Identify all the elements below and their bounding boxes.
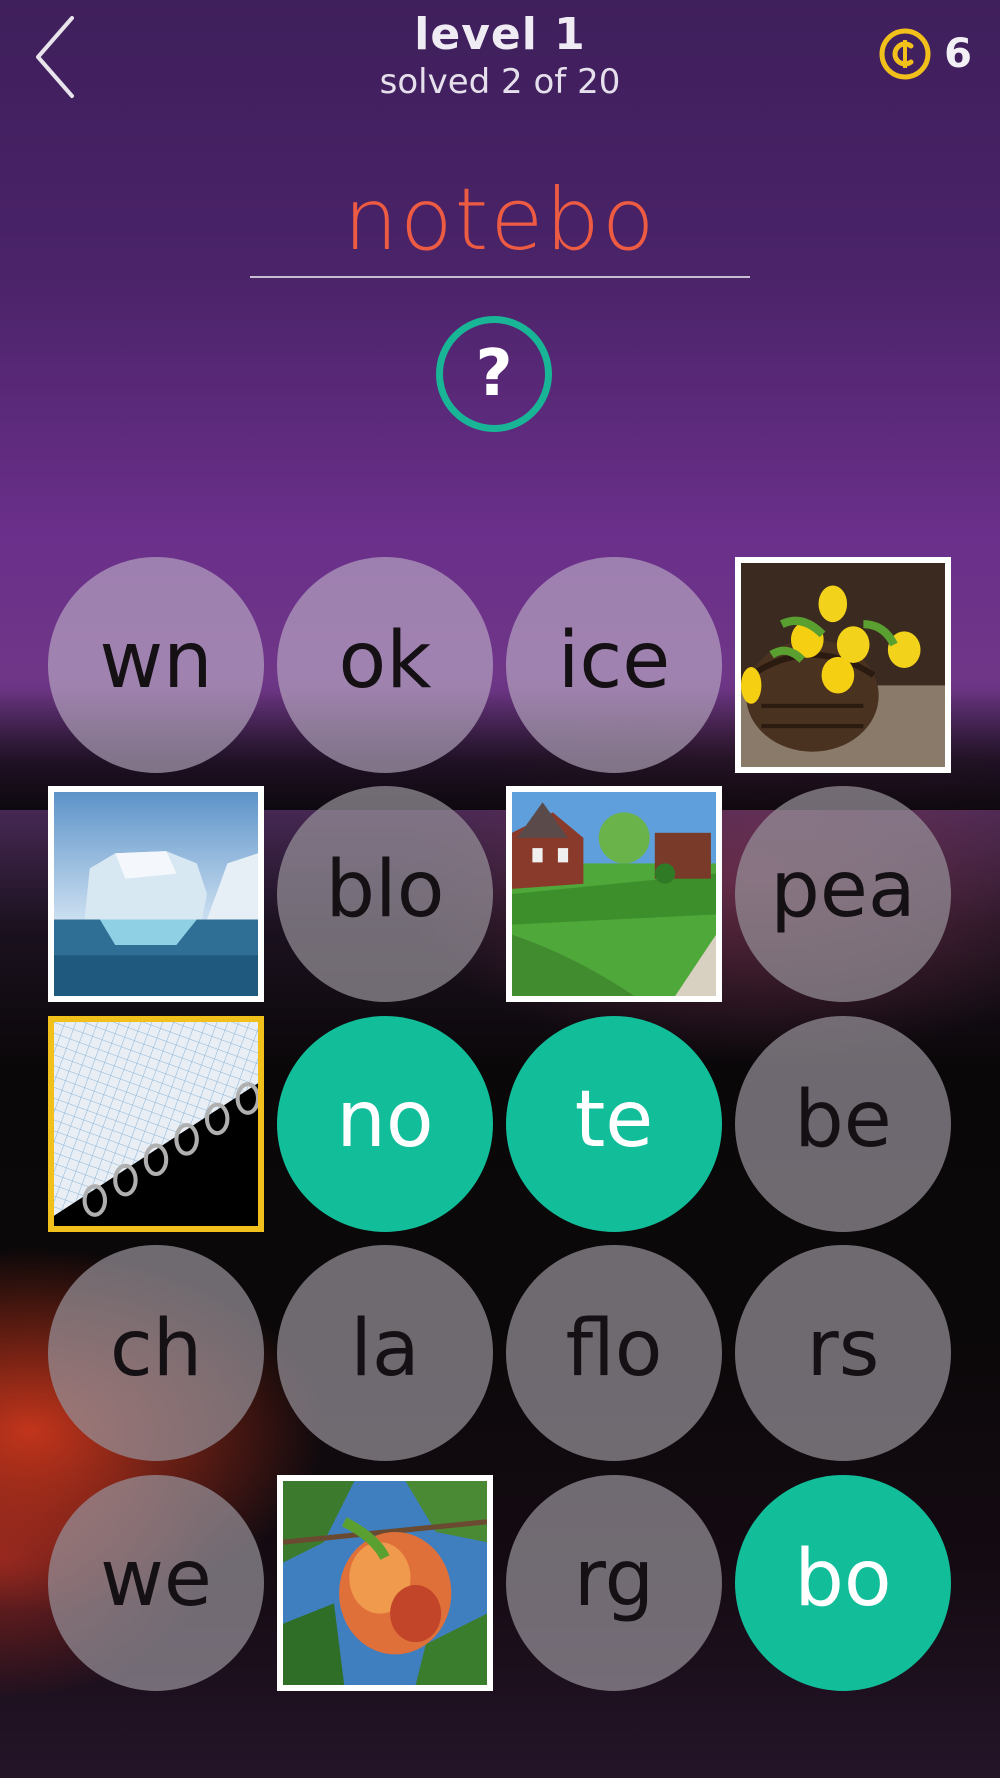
syllable-tile-selected[interactable]: te [506,1016,722,1232]
house-image [512,792,716,996]
syllable-label: pea [770,845,916,935]
syllable-label: te [574,1075,654,1165]
syllable-label: ice [557,616,671,706]
syllable-label: be [794,1075,892,1165]
syllable-tile[interactable]: ch [48,1245,264,1461]
syllable-tile[interactable]: blo [277,786,493,1002]
syllable-tile[interactable]: we [48,1475,264,1691]
syllable-tile-selected[interactable]: bo [735,1475,951,1691]
syllable-tile[interactable]: la [277,1245,493,1461]
photo-tile-notebook[interactable] [48,1016,264,1232]
photo-tile-house[interactable] [506,786,722,1002]
tulips-image [741,563,945,767]
syllable-label: blo [325,845,445,935]
photo-tile-tulips[interactable] [735,557,951,773]
syllable-tile[interactable]: be [735,1016,951,1232]
syllable-label: ok [338,616,432,706]
syllable-label: we [100,1534,212,1624]
iceberg-image [54,792,258,996]
syllable-tile[interactable]: rs [735,1245,951,1461]
syllable-tile[interactable]: rg [506,1475,722,1691]
syllable-label: rs [806,1304,880,1394]
syllable-label: flo [565,1304,663,1394]
syllable-label: bo [794,1534,892,1624]
peach-image [283,1481,487,1685]
photo-tile-iceberg[interactable] [48,786,264,1002]
syllable-label: rg [573,1534,655,1624]
syllable-label: no [336,1075,434,1165]
syllable-tile[interactable]: flo [506,1245,722,1461]
syllable-label: la [350,1304,420,1394]
syllable-tile[interactable]: ice [506,557,722,773]
syllable-label: ch [109,1304,203,1394]
syllable-tile[interactable]: ok [277,557,493,773]
photo-tile-peach[interactable] [277,1475,493,1691]
syllable-label: wn [99,616,213,706]
syllable-tile[interactable]: pea [735,786,951,1002]
syllable-tile-selected[interactable]: no [277,1016,493,1232]
notebook-image [54,1022,258,1226]
syllable-tile[interactable]: wn [48,557,264,773]
tile-grid: wn ok ice blo pea no te be ch la flo rs … [0,0,1000,1778]
